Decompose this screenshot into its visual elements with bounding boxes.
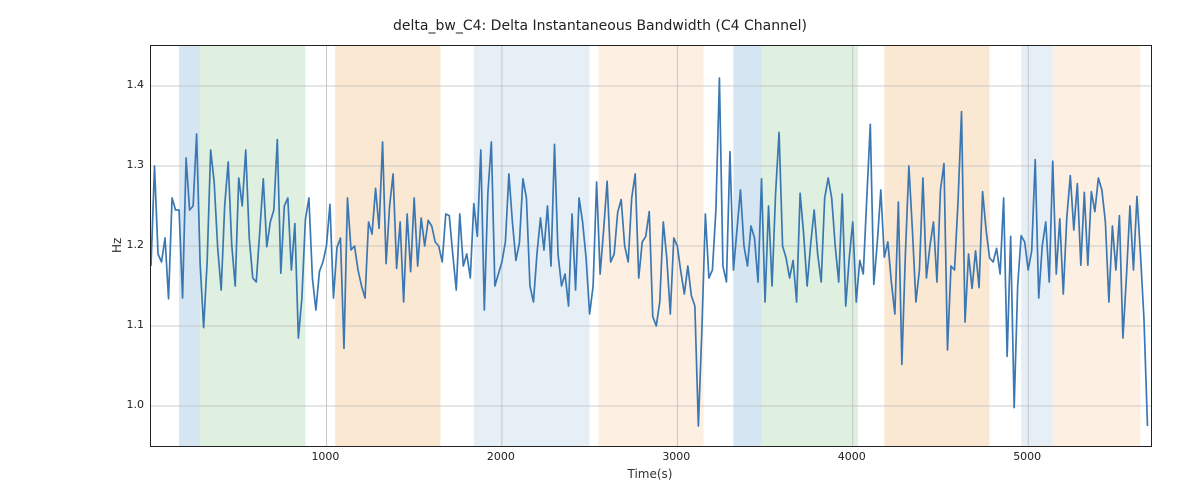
figure: delta_bw_C4: Delta Instantaneous Bandwid…	[0, 0, 1200, 500]
y-tick-label: 1.4	[127, 78, 145, 91]
x-tick-label: 2000	[486, 450, 516, 463]
y-axis-label: Hz	[110, 238, 124, 253]
x-tick-label: 4000	[837, 450, 867, 463]
plot-svg	[151, 46, 1151, 446]
y-tick-label: 1.2	[127, 238, 145, 251]
y-tick-label: 1.1	[127, 318, 145, 331]
plot-area	[150, 45, 1152, 447]
x-tick-label: 5000	[1012, 450, 1042, 463]
y-tick-label: 1.0	[127, 398, 145, 411]
x-axis-label: Time(s)	[150, 467, 1150, 481]
y-tick-label: 1.3	[127, 158, 145, 171]
x-tick-label: 1000	[310, 450, 340, 463]
x-tick-label: 3000	[661, 450, 691, 463]
chart-title: delta_bw_C4: Delta Instantaneous Bandwid…	[0, 18, 1200, 34]
